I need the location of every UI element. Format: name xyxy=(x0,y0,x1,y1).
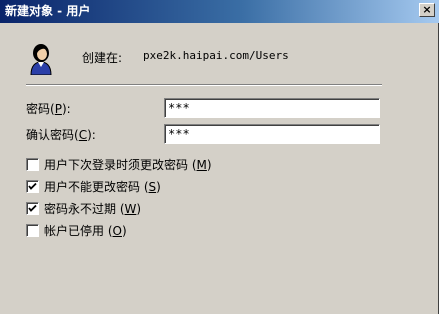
option-account-disabled[interactable]: 帐户已停用 (O) xyxy=(26,222,127,238)
option-label: 用户不能更改密码 (S) xyxy=(44,179,161,194)
checkmark-icon xyxy=(28,182,37,190)
close-icon: × xyxy=(422,3,432,16)
checkbox[interactable] xyxy=(26,201,39,215)
checkmark-icon xyxy=(28,204,37,212)
user-avatar-icon xyxy=(30,44,52,75)
password-label: 密码(P): xyxy=(26,102,71,116)
create-in-path: pxe2k.haipai.com/Users xyxy=(143,49,289,62)
confirm-password-label: 确认密码(C): xyxy=(26,128,96,142)
checkbox[interactable] xyxy=(26,223,39,237)
separator xyxy=(26,84,382,86)
title-bar[interactable]: 新建对象 - 用户 × xyxy=(0,0,439,23)
close-button[interactable]: × xyxy=(419,3,435,17)
option-password-never-expires[interactable]: 密码永不过期 (W) xyxy=(26,200,141,216)
option-label: 帐户已停用 (O) xyxy=(44,223,127,238)
create-in-label: 创建在: xyxy=(82,51,123,65)
window-title: 新建对象 - 用户 xyxy=(5,4,91,18)
checkbox[interactable] xyxy=(26,157,39,171)
password-field[interactable]: *** xyxy=(164,98,380,118)
option-must-change-password[interactable]: 用户下次登录时须更改密码 (M) xyxy=(26,156,212,172)
new-user-dialog: 新建对象 - 用户 × 创建在: pxe2k.haipai.com/Users … xyxy=(0,0,439,314)
option-label: 密码永不过期 (W) xyxy=(44,201,142,216)
option-cannot-change-password[interactable]: 用户不能更改密码 (S) xyxy=(26,178,161,194)
confirm-password-field[interactable]: *** xyxy=(164,124,380,144)
checkbox[interactable] xyxy=(26,179,39,193)
option-label: 用户下次登录时须更改密码 (M) xyxy=(44,157,212,172)
